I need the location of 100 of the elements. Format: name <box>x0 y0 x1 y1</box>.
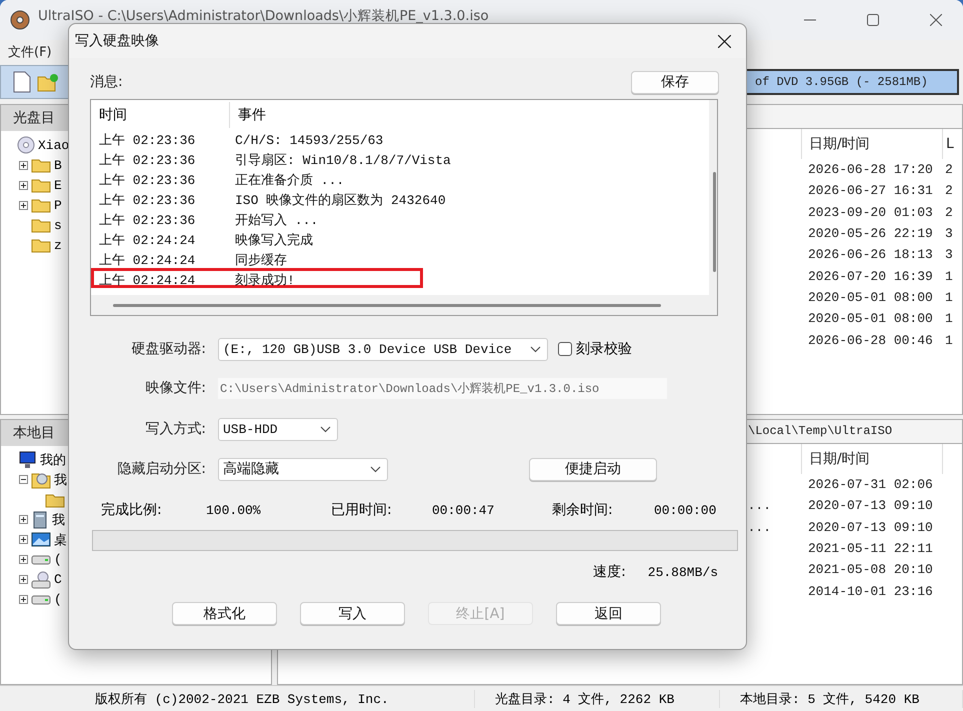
tree-item[interactable]: 我 <box>52 510 65 529</box>
window-title: UltraISO - C:\Users\Administrator\Downloads\小辉装机PE_v1.3.0.iso <box>38 6 490 24</box>
log-event: 映像写入完成 <box>234 232 314 249</box>
expand-icon[interactable] <box>19 555 28 564</box>
date-cell-text: 2026-06-28 17:20 <box>807 161 933 180</box>
date-cell-text: 2026-06-26 18:13 <box>807 246 933 264</box>
computer-icon <box>17 450 37 469</box>
log-time: 上午 02:24:24 <box>98 232 196 249</box>
tree-item[interactable]: z <box>54 238 62 252</box>
status-text: 光盘目录: 4 文件, 2262 KB <box>475 690 720 708</box>
tree-item[interactable]: 我 <box>54 470 67 489</box>
table-cell-text: 1 <box>944 332 953 350</box>
tree-item[interactable]: 我的 <box>40 450 66 469</box>
stat-label: 已用时间: <box>331 501 393 519</box>
expand-icon[interactable] <box>19 160 28 170</box>
verify-checkbox[interactable] <box>558 342 572 356</box>
column-header[interactable]: 日期/时间 <box>801 129 942 159</box>
column-header[interactable]: L <box>942 129 962 159</box>
dialog-button[interactable]: 返回 <box>556 602 661 625</box>
column-header[interactable]: 时间 <box>91 102 229 128</box>
column-header[interactable]: 事件 <box>229 102 709 128</box>
log-time: 上午 02:23:36 <box>98 172 196 189</box>
tree-item[interactable]: E <box>54 178 62 192</box>
app-disc-icon <box>10 10 30 30</box>
date-cell-text: 2014-10-01 23:16 <box>807 582 933 601</box>
log-time: 上午 02:23:36 <box>98 152 196 169</box>
cabinet-icon <box>31 510 49 529</box>
date-cell-text: 2020-07-13 09:10 <box>807 518 933 537</box>
table-cell-text: ... <box>746 497 771 516</box>
collapse-icon[interactable] <box>19 475 28 484</box>
column-header[interactable]: 日期/时间 <box>801 444 942 474</box>
tree-item[interactable]: ( <box>54 592 62 608</box>
status-text: 版权所有 (c)2002-2021 EZB Systems, Inc. <box>0 690 475 708</box>
minimize-icon <box>804 19 816 21</box>
dropdown-caret-icon <box>530 346 541 352</box>
log-event: 同步缓存 <box>234 252 288 269</box>
menu-item[interactable]: 文件(F) <box>8 43 52 61</box>
drive-select[interactable]: (E:, 120 GB)USB 3.0 Device USB Device <box>218 338 548 360</box>
date-cell-text: 2026-07-31 02:06 <box>807 476 933 494</box>
folder-icon <box>31 177 51 193</box>
date-cell-text: 2023-09-20 01:03 <box>807 204 933 222</box>
new-file-icon[interactable] <box>13 71 31 93</box>
date-cell-text: 2021-05-11 22:11 <box>807 540 933 558</box>
date-cell-text: 2020-05-26 22:19 <box>807 225 933 244</box>
log-time: 上午 02:24:24 <box>98 272 196 289</box>
tree-item[interactable]: 桌 <box>54 530 67 549</box>
disc-icon <box>17 136 35 154</box>
expand-icon[interactable] <box>19 200 28 210</box>
drive-icon <box>31 554 51 566</box>
expand-icon[interactable] <box>19 515 28 524</box>
log-event: 刻录成功! <box>234 272 296 289</box>
tree-item[interactable]: B <box>54 158 62 172</box>
write-method-select[interactable]: USB-HDD <box>218 418 338 440</box>
date-cell-text: 2020-07-13 09:10 <box>807 497 933 516</box>
log-time: 上午 02:24:24 <box>98 252 196 269</box>
stat-label: 剩余时间: <box>552 501 614 519</box>
tree-item[interactable]: C <box>54 572 62 588</box>
dropdown-caret-icon <box>320 426 331 432</box>
dialog-button[interactable]: 格式化 <box>172 602 277 625</box>
speed-label: 速度: <box>593 563 626 581</box>
table-cell-text: 2 <box>944 204 953 222</box>
date-cell-text: 2020-05-01 08:00 <box>807 288 933 307</box>
messages-label: 消息: <box>90 73 123 91</box>
field-label: 硬盘驱动器: <box>130 340 207 358</box>
status-text: 本地目录: 5 文件, 5420 KB <box>720 690 963 708</box>
horizontal-scrollbar[interactable] <box>113 304 661 307</box>
tree-item[interactable]: ( <box>54 552 62 568</box>
stat-value: 100.00% <box>206 502 262 518</box>
vertical-scrollbar[interactable] <box>713 172 716 272</box>
image-file-field[interactable]: C:\Users\Administrator\Downloads\小辉装机PE_v1.3.0.iso <box>218 378 667 398</box>
folder-icon <box>31 197 51 213</box>
date-cell-text: 2026-06-27 16:31 <box>807 182 933 200</box>
log-event: C/H/S: 14593/255/63 <box>234 132 384 148</box>
expand-icon[interactable] <box>19 180 28 190</box>
field-label: 映像文件: <box>144 379 207 397</box>
folder-icon <box>31 157 51 173</box>
folder-icon <box>31 237 51 253</box>
expand-icon[interactable] <box>19 595 28 604</box>
desktop-icon <box>31 532 51 548</box>
tree-item[interactable]: s <box>54 218 62 232</box>
date-cell-text: 2026-06-28 00:46 <box>807 332 933 350</box>
dialog-button[interactable]: 写入 <box>300 602 405 625</box>
table-cell-text: 1 <box>944 310 953 328</box>
tree-item[interactable]: Xiao <box>38 138 70 152</box>
expand-icon[interactable] <box>19 535 28 544</box>
folder-path: \Local\Temp\UltraISO <box>748 424 892 438</box>
table-cell-text: 2 <box>944 161 953 180</box>
dialog-title: 写入硬盘映像 <box>75 32 159 50</box>
log-time: 上午 02:23:36 <box>98 192 196 209</box>
quick-boot-button[interactable]: 便捷启动 <box>529 458 657 480</box>
table-cell-text: 3 <box>944 225 953 244</box>
dropdown-caret-icon <box>370 466 381 472</box>
folder-icon <box>45 492 65 508</box>
tree-item[interactable]: P <box>54 198 62 212</box>
table-cell-text: 2 <box>944 182 953 200</box>
hide-partition-select[interactable]: 高端隐藏 <box>218 458 388 480</box>
expand-icon[interactable] <box>19 575 28 584</box>
log-time: 上午 02:23:36 <box>98 212 196 229</box>
save-button[interactable]: 保存 <box>631 70 719 94</box>
table-cell-text: 1 <box>944 288 953 307</box>
